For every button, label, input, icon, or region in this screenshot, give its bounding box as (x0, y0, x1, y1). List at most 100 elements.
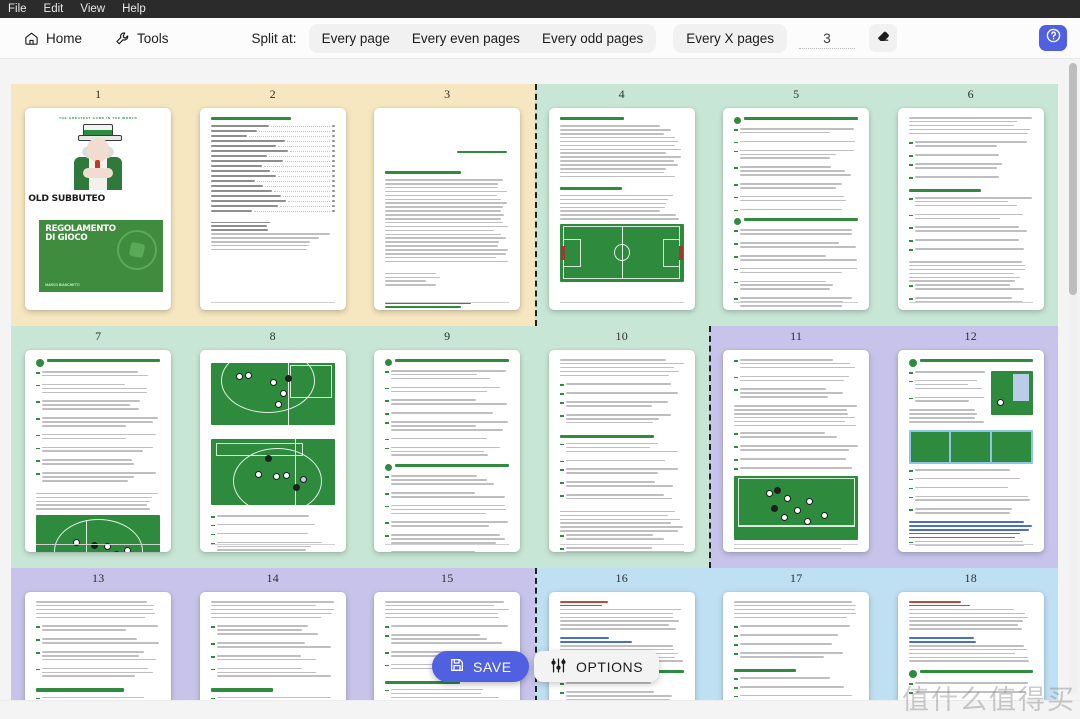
page-thumbnail-12[interactable] (898, 350, 1044, 552)
page-row-1: 1 THE GREATEST GAME IN THE WORLD (11, 84, 1058, 326)
tools-button[interactable]: Tools (105, 25, 178, 51)
page-cell-6[interactable]: 6 (884, 84, 1059, 326)
page-number-label: 18 (964, 571, 977, 586)
page-cell-8[interactable]: 8 (186, 326, 361, 568)
save-button-label: SAVE (473, 659, 512, 675)
cover-author: MARCO BIANCHETTI (45, 283, 79, 287)
page-thumbnail-15[interactable] (374, 592, 520, 700)
page-cell-12[interactable]: 12 (884, 326, 1059, 568)
page-cell-5[interactable]: 5 (709, 84, 884, 326)
toolbar: Home Tools Split at: Every page Every ev… (0, 18, 1080, 59)
sliders-icon (550, 657, 567, 677)
pages-grid: 1 THE GREATEST GAME IN THE WORLD (11, 84, 1058, 700)
page-thumbnail-14[interactable] (200, 592, 346, 700)
home-button-label: Home (46, 31, 82, 46)
page-cell-9[interactable]: 9 (360, 326, 535, 568)
menu-bar: File Edit View Help (0, 0, 1080, 18)
page-cell-14[interactable]: 14 (186, 568, 361, 700)
page-number-label: 2 (270, 87, 276, 102)
page-number-label: 10 (615, 329, 628, 344)
options-button-label: OPTIONS (576, 659, 643, 675)
tools-button-label: Tools (137, 31, 169, 46)
split-every-even-pages-button[interactable]: Every even pages (401, 26, 531, 51)
page-number-label: 4 (619, 87, 625, 102)
page-number-label: 6 (968, 87, 974, 102)
page-number-label: 5 (793, 87, 799, 102)
page-number-label: 8 (270, 329, 276, 344)
page-thumbnail-10[interactable] (549, 350, 695, 552)
page-cell-17[interactable]: 17 (709, 568, 884, 700)
page-thumbnail-2[interactable] (200, 108, 346, 310)
split-divider-after-page-15[interactable] (535, 568, 537, 700)
page-number-label: 9 (444, 329, 450, 344)
page-number-label: 13 (92, 571, 105, 586)
page-thumbnail-18[interactable] (898, 592, 1044, 700)
page-number-label: 16 (615, 571, 628, 586)
pages-canvas[interactable]: 1 THE GREATEST GAME IN THE WORLD (0, 59, 1080, 700)
menu-item-view[interactable]: View (78, 0, 107, 18)
page-thumbnail-9[interactable] (374, 350, 520, 552)
floppy-disk-icon (449, 657, 465, 676)
page-thumbnail-4[interactable] (549, 108, 695, 310)
split-controls: Split at: Every page Every even pages Ev… (252, 24, 898, 53)
page-cell-1[interactable]: 1 THE GREATEST GAME IN THE WORLD (11, 84, 186, 326)
page-number-label: 12 (964, 329, 977, 344)
vertical-scrollbar[interactable] (1069, 63, 1077, 695)
page-thumbnail-16[interactable] (549, 592, 695, 700)
page-cell-10[interactable]: 10 (535, 326, 710, 568)
page-thumbnail-6[interactable] (898, 108, 1044, 310)
page-number-label: 15 (441, 571, 454, 586)
help-button[interactable] (1039, 25, 1067, 51)
cover-title: OLD SUBBUTEO (28, 193, 171, 204)
page-number-label: 17 (790, 571, 803, 586)
split-divider-after-page-10[interactable] (709, 326, 711, 568)
page-number-label: 11 (790, 329, 802, 344)
clear-splits-button[interactable] (869, 24, 897, 52)
page-thumbnail-17[interactable] (723, 592, 869, 700)
page-thumbnail-7[interactable] (25, 350, 171, 552)
split-mode-group: Every page Every even pages Every odd pa… (309, 24, 657, 53)
cover-tagline: THE GREATEST GAME IN THE WORLD (25, 116, 171, 120)
cover-green-panel: REGOLAMENTO DI GIOCO MARCO BIANCHETTI (39, 220, 163, 292)
cover-illustration (67, 124, 129, 190)
split-every-odd-pages-button[interactable]: Every odd pages (531, 26, 654, 51)
page-thumbnail-13[interactable] (25, 592, 171, 700)
page-number-label: 14 (266, 571, 279, 586)
page-cell-13[interactable]: 13 (11, 568, 186, 700)
every-x-pages-input[interactable] (799, 28, 855, 49)
page-cell-7[interactable]: 7 (11, 326, 186, 568)
soccer-ball-icon (117, 230, 157, 270)
status-bar: Regolamento-OldSubbuteo-2013.pdf4 (0, 700, 1080, 719)
split-every-page-button[interactable]: Every page (311, 26, 401, 51)
page-cell-3[interactable]: 3 (360, 84, 535, 326)
page-cell-11[interactable]: 11 (709, 326, 884, 568)
question-mark-icon (1045, 27, 1062, 49)
menu-item-file[interactable]: File (6, 0, 29, 18)
page-number-label: 1 (95, 87, 101, 102)
options-button[interactable]: OPTIONS (534, 651, 659, 682)
page-number-label: 3 (444, 87, 450, 102)
page-number-label: 7 (95, 329, 101, 344)
home-button[interactable]: Home (14, 25, 91, 51)
split-every-x-pages-button[interactable]: Every X pages (675, 26, 785, 51)
split-divider-after-page-3[interactable] (535, 84, 537, 326)
scrollbar-thumb[interactable] (1069, 63, 1077, 295)
wrench-icon (114, 30, 130, 46)
home-icon (23, 30, 39, 46)
split-every-x-group: Every X pages (673, 24, 787, 53)
page-thumbnail-5[interactable] (723, 108, 869, 310)
page-row-2: 7 8 9 10 11 12 (11, 326, 1058, 568)
page-thumbnail-11[interactable] (723, 350, 869, 552)
menu-item-help[interactable]: Help (120, 0, 148, 18)
split-at-label: Split at: (252, 31, 297, 46)
menu-item-edit[interactable]: Edit (42, 0, 66, 18)
eraser-icon (876, 28, 891, 48)
save-button[interactable]: SAVE (432, 651, 529, 682)
page-cell-18[interactable]: 18 (884, 568, 1059, 700)
page-thumbnail-3[interactable] (374, 108, 520, 310)
page-thumbnail-8[interactable] (200, 350, 346, 552)
page-thumbnail-1[interactable]: THE GREATEST GAME IN THE WORLD OLD SUBBU… (25, 108, 171, 310)
page-cell-4[interactable]: 4 (535, 84, 710, 326)
page-cell-2[interactable]: 2 (186, 84, 361, 326)
page-row-3: 13 14 15 16 17 18 (11, 568, 1058, 700)
